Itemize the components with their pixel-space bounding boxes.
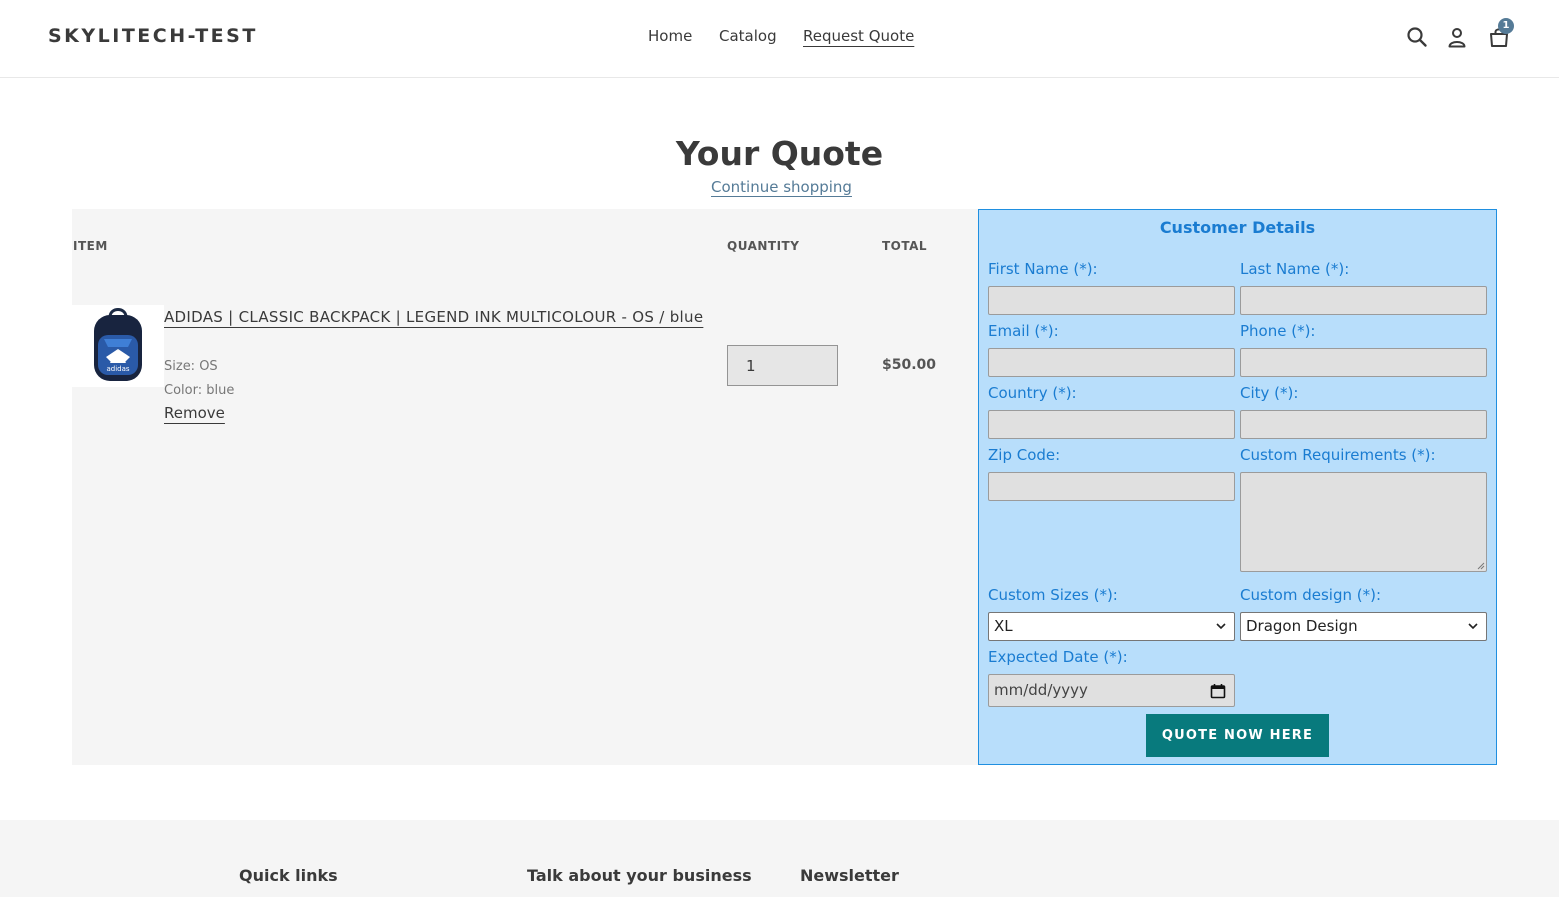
site-header: SKYLITECH-TEST Home Catalog Request Quot… <box>0 0 1559 78</box>
footer-quick-links-heading: Quick links <box>239 866 338 885</box>
cart-count-badge: 1 <box>1498 18 1514 34</box>
site-footer: Quick links Talk about your business New… <box>0 820 1559 897</box>
requirements-textarea[interactable] <box>1240 472 1487 572</box>
first-name-input[interactable] <box>988 286 1235 315</box>
custom-sizes-select[interactable]: XL <box>988 612 1235 641</box>
account-icon[interactable] <box>1446 26 1468 48</box>
country-label: Country (*): <box>988 384 1077 402</box>
nav-home[interactable]: Home <box>648 27 692 45</box>
calendar-icon[interactable] <box>1210 683 1226 699</box>
page-title: Your Quote <box>675 134 884 173</box>
backpack-image: adidas <box>94 308 142 381</box>
last-name-input[interactable] <box>1240 286 1487 315</box>
requirements-label: Custom Requirements (*): <box>1240 446 1436 464</box>
chevron-down-icon <box>1468 623 1478 630</box>
continue-shopping-link[interactable]: Continue shopping <box>711 178 852 196</box>
phone-label: Phone (*): <box>1240 322 1316 340</box>
nav-request-quote[interactable]: Request Quote <box>803 27 914 45</box>
line-total: $50.00 <box>882 357 937 373</box>
expected-date-input[interactable]: mm/dd/yyyy <box>988 674 1235 707</box>
product-color: Color: blue <box>164 383 235 398</box>
chevron-down-icon <box>1216 623 1226 630</box>
column-header-item: ITEM <box>73 239 108 253</box>
nav-catalog[interactable]: Catalog <box>719 27 777 45</box>
city-input[interactable] <box>1240 410 1487 439</box>
phone-input[interactable] <box>1240 348 1487 377</box>
quote-items-panel: ITEM QUANTITY TOTAL adidas ADIDAS | CLAS… <box>72 209 978 765</box>
city-label: City (*): <box>1240 384 1299 402</box>
email-label: Email (*): <box>988 322 1059 340</box>
column-header-total: TOTAL <box>882 239 928 253</box>
first-name-label: First Name (*): <box>988 260 1098 278</box>
zip-input[interactable] <box>988 472 1235 501</box>
product-title-link[interactable]: ADIDAS | CLASSIC BACKPACK | LEGEND INK M… <box>164 305 704 329</box>
quote-now-button[interactable]: QUOTE NOW HERE <box>1146 714 1329 757</box>
quantity-input[interactable] <box>727 345 838 386</box>
product-thumbnail[interactable]: adidas <box>72 305 164 387</box>
custom-sizes-label: Custom Sizes (*): <box>988 586 1118 604</box>
last-name-label: Last Name (*): <box>1240 260 1350 278</box>
footer-business-heading: Talk about your business <box>527 866 752 885</box>
remove-item-link[interactable]: Remove <box>164 404 225 422</box>
expected-date-label: Expected Date (*): <box>988 648 1128 666</box>
product-size: Size: OS <box>164 359 218 374</box>
custom-design-value: Dragon Design <box>1246 617 1358 635</box>
country-input[interactable] <box>988 410 1235 439</box>
footer-newsletter-heading: Newsletter <box>800 866 899 885</box>
brand-text: adidas <box>106 365 129 373</box>
resize-handle-icon[interactable] <box>1477 562 1485 570</box>
custom-sizes-value: XL <box>994 617 1013 635</box>
date-placeholder: mm/dd/yyyy <box>994 681 1088 699</box>
custom-design-label: Custom design (*): <box>1240 586 1382 604</box>
customer-details-form: Customer Details First Name (*): Last Na… <box>978 209 1497 765</box>
customer-details-title: Customer Details <box>1159 218 1316 237</box>
search-icon[interactable] <box>1406 26 1428 48</box>
zip-label: Zip Code: <box>988 446 1061 464</box>
product-title-text[interactable]: ADIDAS | CLASSIC BACKPACK | LEGEND INK M… <box>164 308 703 326</box>
column-header-quantity: QUANTITY <box>727 239 800 253</box>
custom-design-select[interactable]: Dragon Design <box>1240 612 1487 641</box>
email-input[interactable] <box>988 348 1235 377</box>
site-logo[interactable]: SKYLITECH-TEST <box>48 25 258 47</box>
